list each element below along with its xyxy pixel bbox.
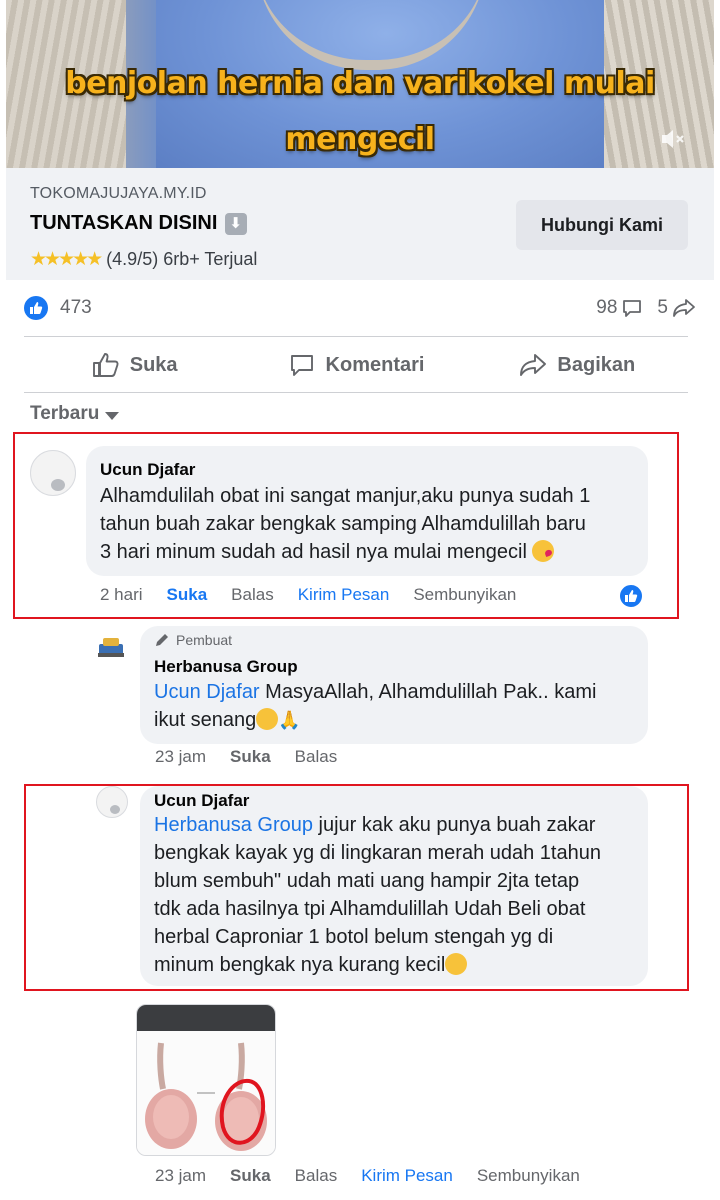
author-badge-label: Pembuat: [176, 632, 233, 648]
share-icon: [673, 299, 695, 317]
speaker-muted-icon[interactable]: [660, 128, 686, 150]
comment-line: Ucun Djafar MasyaAllah, Alhamdulillah Pa…: [154, 678, 640, 706]
reactions-summary: 473 98 5: [24, 292, 696, 324]
comment-meta: 23 jam Suka Balas Kirim Pesan Sembunyika…: [155, 1166, 604, 1186]
like-reaction-icon[interactable]: [24, 296, 48, 320]
video-caption-line2: mengecil: [285, 122, 435, 157]
pray-emoji-icon: 🙏: [278, 710, 301, 731]
page-avatar[interactable]: [96, 634, 126, 660]
comment-text: Ucun Djafar MasyaAllah, Alhamdulillah Pa…: [154, 678, 640, 735]
share-count-value: 5: [657, 297, 668, 318]
highlight-box: [13, 432, 679, 619]
ad-rating: ★★★★★ (4.9/5) 6rb+ Terjual: [30, 248, 257, 270]
smile-emoji-icon: [256, 708, 279, 730]
reaction-count[interactable]: 473: [60, 297, 92, 319]
hide-comment-link[interactable]: Sembunyikan: [477, 1166, 580, 1186]
pencil-icon: [156, 634, 168, 646]
post-action-bar: Suka Komentari Bagikan: [24, 342, 688, 388]
comment-label: Komentari: [325, 353, 425, 376]
comment-reply-link[interactable]: Balas: [295, 1166, 338, 1186]
image-status-bar: [137, 1005, 275, 1031]
comment-sort-dropdown[interactable]: Terbaru: [30, 403, 120, 425]
comment-button[interactable]: Komentari: [245, 342, 466, 388]
video-player[interactable]: benjolan hernia dan varikokel mulai meng…: [6, 0, 714, 168]
comment-reply-link[interactable]: Balas: [295, 747, 338, 767]
like-label: Suka: [129, 353, 178, 376]
sort-label: Terbaru: [30, 403, 100, 424]
comment-count-value: 98: [596, 297, 618, 318]
divider-top: [24, 336, 688, 337]
reply-bubble: Pembuat Herbanusa Group Ucun Djafar Masy…: [140, 626, 648, 744]
divider-bottom: [24, 392, 688, 393]
comment-time[interactable]: 23 jam: [155, 747, 206, 767]
ad-rating-text: (4.9/5) 6rb+ Terjual: [106, 248, 258, 269]
like-button[interactable]: Suka: [24, 342, 245, 388]
comment-attached-image[interactable]: [136, 1004, 276, 1156]
share-label: Bagikan: [557, 353, 636, 376]
mention-link[interactable]: Ucun Djafar: [154, 681, 260, 703]
ad-title: TUNTASKAN DISINI: [30, 212, 248, 235]
comment-line-text: MasyaAllah, Alhamdulillah Pak.. kami: [265, 681, 597, 703]
chevron-down-icon: [105, 411, 120, 420]
contact-us-button[interactable]: Hubungi Kami: [516, 200, 688, 250]
comment-like-link[interactable]: Suka: [230, 1166, 271, 1186]
down-arrow-icon: [225, 212, 248, 235]
comment-author[interactable]: Herbanusa Group: [154, 657, 298, 677]
comment-icon: [623, 300, 642, 317]
star-rating-icon: ★★★★★: [30, 248, 103, 270]
highlight-box: [24, 784, 689, 991]
comment-like-link[interactable]: Suka: [230, 747, 271, 767]
author-badge: Pembuat: [154, 632, 232, 648]
thumbs-up-icon: [92, 353, 119, 377]
comment-line-text: ikut senang: [154, 709, 257, 731]
ad-domain: TOKOMAJUJAYA.MY.ID: [30, 185, 207, 202]
send-message-link[interactable]: Kirim Pesan: [361, 1166, 453, 1186]
video-caption-line1: benjolan hernia dan varikokel mulai: [65, 66, 655, 101]
comment-time[interactable]: 23 jam: [155, 1166, 206, 1186]
comment-meta: 23 jam Suka Balas: [155, 747, 361, 767]
share-count[interactable]: 5: [657, 297, 696, 319]
share-icon: [520, 354, 547, 376]
comment-icon: [290, 355, 313, 376]
comment-line: ikut senang 🙏: [154, 706, 640, 735]
comment-count[interactable]: 98: [596, 297, 643, 319]
ad-link-card[interactable]: TOKOMAJUJAYA.MY.ID TUNTASKAN DISINI ★★★★…: [6, 168, 714, 280]
ad-title-text: TUNTASKAN DISINI: [30, 212, 218, 234]
anatomy-illustration: [137, 1031, 275, 1155]
share-button[interactable]: Bagikan: [467, 342, 688, 388]
